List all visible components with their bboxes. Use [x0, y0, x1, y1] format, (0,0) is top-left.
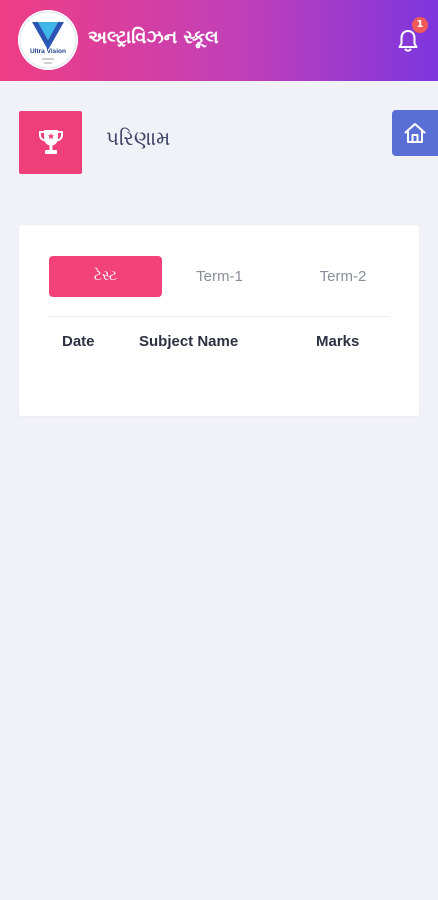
tab-test[interactable]: ટેસ્ટ	[49, 256, 162, 297]
trophy-icon	[39, 130, 63, 154]
column-header-subject-name: Subject Name	[139, 333, 239, 350]
app-header: Ultra Vision અલ્ટ્રાવિઝન સ્કૂલ 1	[0, 0, 438, 81]
tab-term-2[interactable]: Term-2	[289, 256, 397, 297]
home-button[interactable]	[392, 110, 438, 156]
tabs-divider	[49, 316, 390, 317]
column-header-date: Date	[62, 333, 95, 350]
results-icon-tile	[19, 111, 82, 174]
column-header-marks: Marks	[316, 333, 360, 350]
results-card: ટેસ્ટ Term-1 Term-2 Date Subject Name Ma…	[19, 225, 419, 416]
results-tabs: ટેસ્ટ Term-1 Term-2	[49, 256, 391, 297]
app-title: અલ્ટ્રાવિઝન સ્કૂલ	[88, 27, 219, 48]
home-icon	[404, 123, 426, 143]
school-logo[interactable]: Ultra Vision	[18, 10, 78, 70]
tab-term-1[interactable]: Term-1	[177, 256, 262, 297]
page-title: પરિણામ	[106, 126, 171, 150]
school-logo-text: Ultra Vision	[29, 48, 66, 55]
notification-count-badge: 1	[412, 17, 428, 33]
